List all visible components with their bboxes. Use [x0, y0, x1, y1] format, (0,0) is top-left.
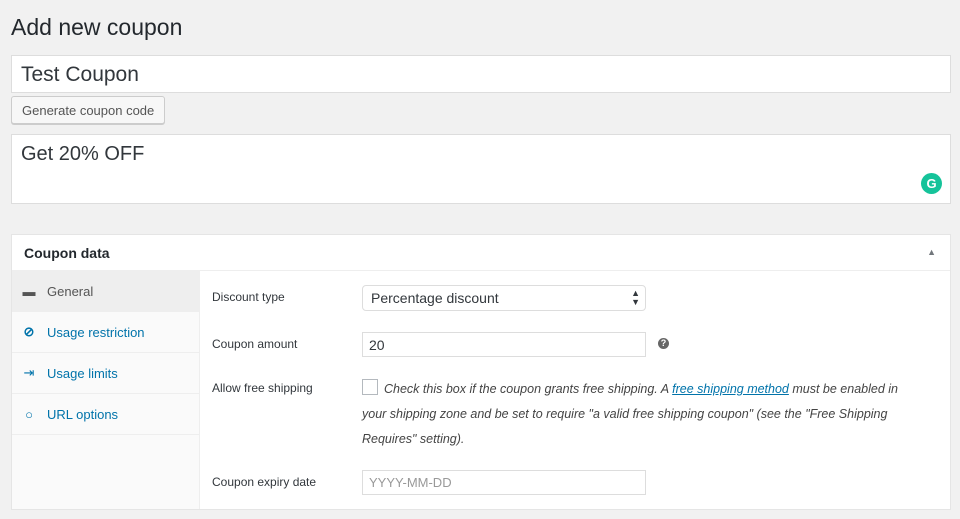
coupon-amount-label: Coupon amount — [212, 337, 298, 351]
coupon-amount-input[interactable]: 20 — [362, 332, 646, 357]
coupon-description-textarea[interactable]: Get 20% OFF G — [11, 134, 951, 204]
page-title: Add new coupon — [11, 14, 183, 40]
coupon-code-input[interactable]: Test Coupon — [11, 55, 951, 93]
select-arrows-icon: ▲ ▼ — [631, 288, 640, 307]
free-shipping-description: Check this box if the coupon grants free… — [362, 377, 922, 452]
selected-value: Percentage discount — [371, 290, 499, 306]
description-text: Get 20% OFF — [21, 143, 145, 165]
tab-general[interactable]: ▬ General — [12, 271, 199, 312]
coupon-data-panel: Coupon data ▲ ▬ General ⊘ Usage restrictio… — [11, 234, 951, 510]
free-shipping-label: Allow free shipping — [212, 381, 313, 395]
tab-label: URL options — [47, 406, 119, 422]
discount-type-select[interactable]: Percentage discount ▲ ▼ — [362, 285, 646, 311]
description-text: Check this box if the coupon grants free… — [384, 382, 673, 396]
collapse-arrow-icon[interactable]: ▲ — [927, 247, 936, 257]
tab-usage-limits[interactable]: ⇥ Usage limits — [12, 353, 199, 394]
general-options: Discount type Percentage discount ▲ ▼ Coup… — [212, 271, 950, 509]
free-shipping-checkbox[interactable] — [362, 379, 378, 395]
expiry-date-label: Coupon expiry date — [212, 475, 317, 489]
prohibited-icon: ⊘ — [23, 324, 35, 339]
tab-label: Usage restriction — [47, 324, 145, 340]
ticket-icon: ▬ — [22, 283, 36, 299]
tab-usage-restriction[interactable]: ⊘ Usage restriction — [12, 312, 199, 353]
panel-title: Coupon data — [12, 235, 950, 271]
help-icon[interactable]: ? — [658, 338, 669, 349]
limits-icon: ⇥ — [23, 365, 35, 380]
discount-type-label: Discount type — [212, 290, 285, 304]
free-shipping-method-link[interactable]: free shipping method — [672, 382, 789, 396]
gear-icon: ○ — [25, 406, 33, 422]
tab-label: Usage limits — [47, 365, 118, 381]
generate-coupon-code-button[interactable]: Generate coupon code — [11, 96, 166, 124]
tab-label: General — [47, 283, 94, 299]
tab-url-options[interactable]: ○ URL options — [12, 394, 199, 435]
expiry-date-input[interactable]: YYYY-MM-DD — [362, 470, 646, 495]
grammarly-icon[interactable]: G — [921, 173, 942, 194]
coupon-data-tabs: ▬ General ⊘ Usage restriction ⇥ Usage limit… — [12, 271, 200, 509]
